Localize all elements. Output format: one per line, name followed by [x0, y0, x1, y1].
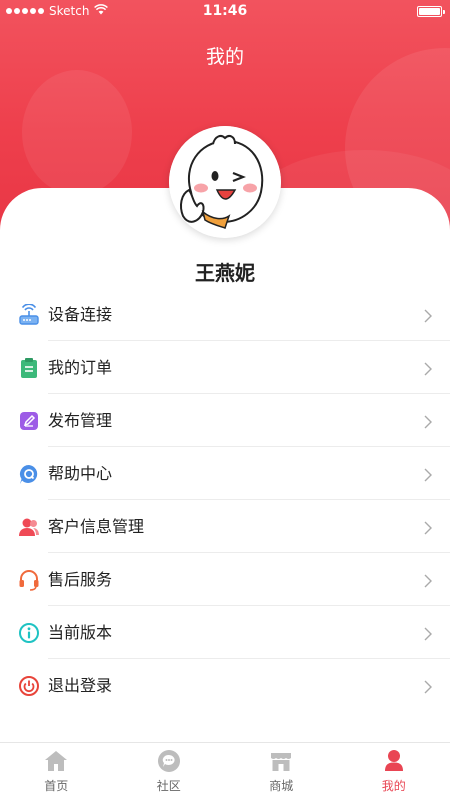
help-bubble-icon: [18, 463, 40, 485]
menu-item-after-sales[interactable]: 售后服务: [0, 553, 450, 606]
chevron-right-icon: [424, 467, 432, 481]
power-icon: [18, 675, 40, 697]
battery-icon: [417, 6, 445, 17]
tab-label: 社区: [156, 779, 181, 793]
menu-label: 售后服务: [48, 569, 113, 589]
tab-community[interactable]: 社区: [113, 743, 226, 800]
store-icon: [269, 749, 293, 773]
tab-label: 首页: [44, 779, 69, 793]
headset-icon: [18, 569, 40, 591]
tab-store[interactable]: 商城: [225, 743, 338, 800]
menu-label: 帮助中心: [48, 463, 113, 483]
menu-label: 发布管理: [48, 410, 113, 430]
avatar[interactable]: [169, 126, 281, 238]
menu-item-customer-info[interactable]: 客户信息管理: [0, 500, 450, 553]
status-time: 11:46: [202, 3, 248, 19]
menu-label: 客户信息管理: [48, 516, 145, 536]
avatar-mascot-icon: [169, 126, 281, 238]
chevron-right-icon: [424, 626, 432, 640]
tab-home[interactable]: 首页: [0, 743, 113, 800]
community-icon: [157, 749, 181, 773]
home-icon: [44, 749, 68, 773]
menu-label: 我的订单: [48, 357, 113, 377]
tab-mine[interactable]: 我的: [338, 743, 450, 800]
menu-list: 设备连接 我的订单 发布管理 帮助中心 客户信息管理 售后服务 当前版本 退出登…: [0, 288, 450, 712]
menu-item-my-orders[interactable]: 我的订单: [0, 341, 450, 394]
menu-label: 当前版本: [48, 622, 113, 642]
menu-label: 退出登录: [48, 675, 113, 695]
clipboard-icon: [18, 357, 40, 379]
profile-icon: [382, 749, 406, 773]
router-icon: [18, 302, 40, 326]
menu-item-current-version[interactable]: 当前版本: [0, 606, 450, 659]
chevron-right-icon: [424, 361, 432, 375]
status-bar: Sketch 11:46: [0, 0, 450, 24]
menu-label: 设备连接: [48, 304, 113, 324]
menu-item-help-center[interactable]: 帮助中心: [0, 447, 450, 500]
chevron-right-icon: [424, 679, 432, 693]
chevron-right-icon: [424, 414, 432, 428]
header-decoration: [22, 70, 132, 195]
info-icon: [18, 622, 40, 644]
users-icon: [18, 516, 40, 538]
tab-label: 我的: [381, 779, 406, 793]
tab-bar: 首页 社区 商城 我的: [0, 742, 450, 800]
chevron-right-icon: [424, 308, 432, 322]
chevron-right-icon: [424, 520, 432, 534]
edit-icon: [18, 410, 40, 432]
tab-label: 商城: [269, 779, 294, 793]
chevron-right-icon: [424, 573, 432, 587]
page-title: 我的: [205, 46, 244, 68]
menu-item-publish-manage[interactable]: 发布管理: [0, 394, 450, 447]
menu-item-logout[interactable]: 退出登录: [0, 659, 450, 712]
menu-item-device-connect[interactable]: 设备连接: [0, 288, 450, 341]
user-name: 王燕妮: [195, 261, 255, 285]
